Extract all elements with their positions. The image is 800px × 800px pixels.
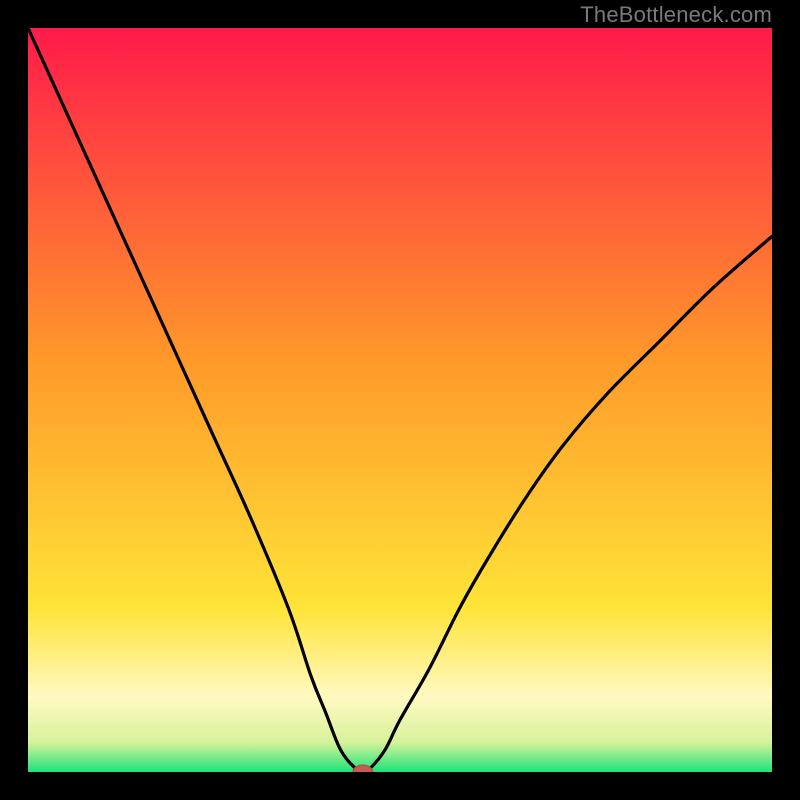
plot-background [28,28,772,772]
chart-frame: TheBottleneck.com [0,0,800,800]
watermark-text: TheBottleneck.com [580,2,772,28]
chart-svg [0,0,800,800]
minimum-marker [353,765,373,779]
